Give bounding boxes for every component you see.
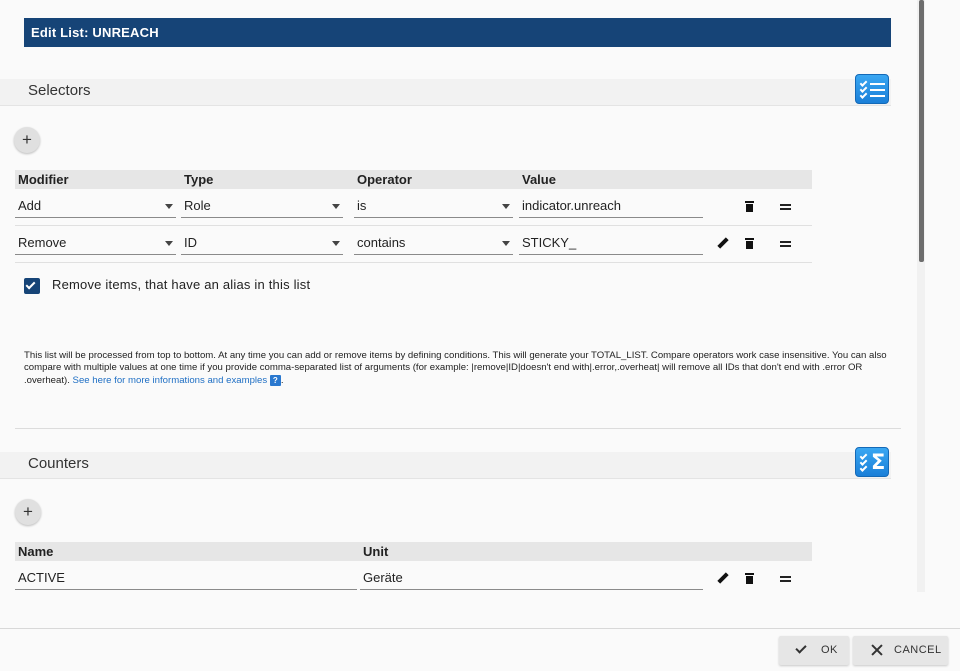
modifier-value: Add — [18, 198, 42, 213]
drag-handle-icon[interactable] — [779, 200, 793, 214]
modifier-select[interactable]: Remove — [15, 232, 176, 255]
alias-checkbox-label: Remove items, that have an alias in this… — [52, 277, 311, 292]
operator-value: is — [357, 198, 367, 213]
selectors-header: Selectors — [0, 74, 891, 106]
cancel-button[interactable]: CANCEL — [853, 636, 948, 665]
drag-handle-icon[interactable] — [779, 572, 793, 586]
operator-select[interactable]: is — [354, 195, 513, 218]
table-row: Add Role is indicator.unreach — [15, 189, 812, 226]
column-value: Value — [522, 172, 556, 187]
ok-label: OK — [821, 644, 838, 656]
operator-select[interactable]: contains — [354, 232, 513, 255]
drag-handle-icon[interactable] — [779, 237, 793, 251]
value-input[interactable]: STICKY_ — [519, 232, 703, 255]
column-type: Type — [184, 172, 214, 187]
counters-table-header: Name Unit — [15, 542, 812, 561]
type-select[interactable]: Role — [181, 195, 343, 218]
check-icon — [795, 642, 807, 654]
type-select[interactable]: ID — [181, 232, 343, 255]
dialog-content: Edit List: UNREACH Selectors + Modifier … — [0, 0, 922, 592]
pencil-icon[interactable] — [715, 237, 729, 251]
selectors-info-text: This list will be processed from top to … — [24, 350, 890, 387]
modifier-select[interactable]: Add — [15, 195, 176, 218]
cancel-label: CANCEL — [894, 644, 942, 656]
caret-down-icon — [502, 204, 510, 209]
trash-icon[interactable] — [743, 200, 757, 214]
selectors-table-header: Modifier Type Operator Value — [15, 170, 812, 189]
ok-button[interactable]: OK — [779, 636, 849, 665]
caret-down-icon — [332, 241, 340, 246]
footer-divider — [0, 628, 960, 629]
caret-down-icon — [165, 204, 173, 209]
close-icon — [870, 643, 884, 657]
add-counter-button[interactable]: + — [15, 499, 41, 525]
pencil-icon[interactable] — [715, 572, 729, 586]
help-icon[interactable]: ? — [269, 374, 281, 386]
table-row: ACTIVE Geräte — [15, 561, 812, 592]
column-operator: Operator — [357, 172, 412, 187]
add-selector-button[interactable]: + — [14, 127, 40, 153]
type-value: Role — [184, 198, 211, 213]
trash-icon[interactable] — [743, 572, 757, 586]
info-end: . — [280, 374, 284, 386]
counters-title: Counters — [28, 455, 89, 472]
column-unit: Unit — [363, 544, 389, 559]
table-row: Remove ID contains STICKY_ — [15, 226, 812, 263]
checklist-icon[interactable] — [855, 74, 889, 104]
operator-value: contains — [357, 235, 406, 250]
caret-down-icon — [332, 204, 340, 209]
section-divider — [15, 428, 901, 429]
scrollbar-thumb[interactable] — [919, 0, 924, 262]
info-link[interactable]: See here for more informations and examp… — [73, 375, 268, 386]
selectors-table: Modifier Type Operator Value Add Role is… — [15, 170, 812, 264]
trash-icon[interactable] — [743, 237, 757, 251]
counters-header: Counters Σ — [0, 447, 891, 479]
sigma-list-icon[interactable]: Σ — [855, 447, 889, 477]
column-name: Name — [18, 544, 54, 559]
caret-down-icon — [502, 241, 510, 246]
counter-unit-input[interactable]: Geräte — [360, 567, 703, 590]
dialog-title: Edit List: UNREACH — [24, 18, 891, 47]
modifier-value: Remove — [18, 235, 67, 250]
selectors-title: Selectors — [28, 82, 91, 99]
alias-checkbox[interactable] — [24, 278, 40, 294]
counters-table: Name Unit ACTIVE Geräte — [15, 542, 812, 592]
column-modifier: Modifier — [18, 172, 69, 187]
type-value: ID — [184, 235, 197, 250]
counter-name-input[interactable]: ACTIVE — [15, 567, 357, 590]
caret-down-icon — [165, 241, 173, 246]
check-icon — [25, 279, 36, 290]
value-input[interactable]: indicator.unreach — [519, 195, 703, 218]
